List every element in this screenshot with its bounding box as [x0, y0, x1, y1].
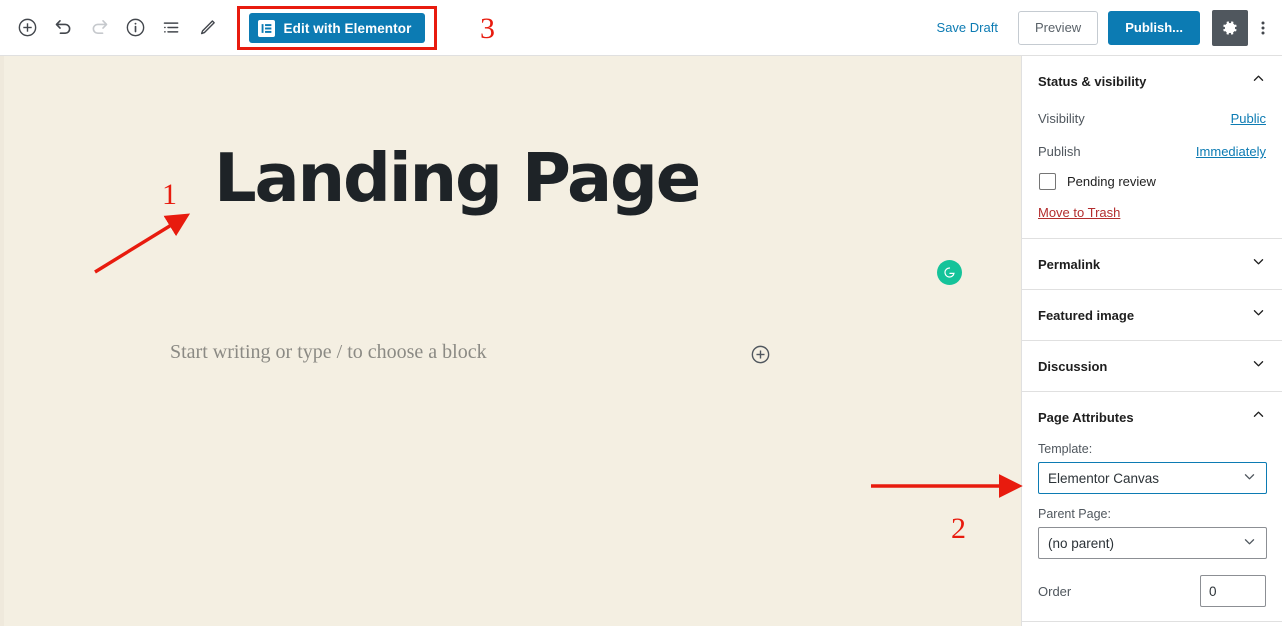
panel-permalink: Permalink: [1022, 239, 1282, 290]
order-input[interactable]: [1200, 575, 1266, 607]
editor-canvas[interactable]: Landing Page Start writing or type / to …: [0, 56, 1021, 626]
panel-featured-image: Featured image: [1022, 290, 1282, 341]
document-settings-sidebar: Status & visibility Visibility Public Pu…: [1021, 56, 1282, 626]
chevron-up-icon: [1251, 407, 1266, 427]
row-visibility: Visibility Public: [1038, 106, 1266, 139]
panel-title: Discussion: [1038, 358, 1108, 374]
settings-gear-icon[interactable]: [1212, 9, 1248, 46]
annotation-number-3: 3: [480, 12, 495, 45]
publish-value-link[interactable]: Immediately: [1196, 144, 1266, 159]
preview-button[interactable]: Preview: [1017, 10, 1099, 45]
template-selected-value: Elementor Canvas: [1048, 470, 1160, 486]
toolbar-left-group: [0, 0, 225, 55]
redo-icon[interactable]: [81, 10, 117, 46]
wordpress-block-editor: Save Draft Preview Publish... Edit with …: [0, 0, 1282, 626]
chevron-up-icon: [1251, 71, 1266, 91]
row-pending-review: Pending review: [1038, 172, 1266, 204]
info-icon[interactable]: [117, 10, 153, 46]
parent-page-label: Parent Page:: [1038, 507, 1111, 521]
undo-icon[interactable]: [45, 10, 81, 46]
block-placeholder-text[interactable]: Start writing or type / to choose a bloc…: [170, 341, 487, 364]
template-select[interactable]: Elementor Canvas: [1038, 462, 1267, 494]
chevron-down-icon: [1251, 305, 1266, 325]
row-publish: Publish Immediately: [1038, 139, 1266, 172]
more-options-icon[interactable]: [1250, 10, 1276, 46]
panel-title: Status & visibility: [1038, 73, 1147, 89]
editor-top-toolbar: Save Draft Preview Publish...: [0, 0, 1282, 56]
panel-header-status-visibility[interactable]: Status & visibility: [1022, 56, 1282, 106]
annotation-number-1: 1: [162, 178, 177, 211]
canvas-left-edge: [0, 56, 4, 626]
pending-review-checkbox[interactable]: [1039, 173, 1056, 190]
order-label: Order: [1038, 583, 1072, 599]
edit-pencil-icon[interactable]: [189, 10, 225, 46]
grammarly-icon[interactable]: [937, 260, 962, 285]
list-view-icon[interactable]: [153, 10, 189, 46]
elementor-button-label: Edit with Elementor: [283, 20, 412, 36]
panel-status-visibility: Status & visibility Visibility Public Pu…: [1022, 56, 1282, 239]
panel-discussion: Discussion: [1022, 341, 1282, 392]
save-draft-button[interactable]: Save Draft: [927, 11, 1008, 45]
panel-body-status-visibility: Visibility Public Publish Immediately Pe…: [1022, 106, 1282, 238]
row-order: Order: [1038, 572, 1266, 607]
panel-body-page-attributes: Template: Elementor Canvas Parent Page: …: [1022, 442, 1282, 621]
pending-review-label: Pending review: [1067, 174, 1156, 189]
edit-with-elementor-button[interactable]: Edit with Elementor: [248, 13, 426, 43]
visibility-label: Visibility: [1038, 111, 1085, 126]
elementor-logo-icon: [257, 19, 275, 37]
toolbar-right-group: Save Draft Preview Publish...: [927, 0, 1282, 55]
parent-page-select[interactable]: (no parent): [1038, 527, 1267, 559]
chevron-down-icon: [1242, 469, 1257, 487]
panel-header-page-attributes[interactable]: Page Attributes: [1022, 392, 1282, 442]
post-title[interactable]: Landing Page: [214, 142, 914, 215]
panel-title: Featured image: [1038, 307, 1135, 323]
inline-block-inserter-icon[interactable]: [750, 344, 771, 365]
move-to-trash-link[interactable]: Move to Trash: [1038, 205, 1120, 224]
panel-header-discussion[interactable]: Discussion: [1022, 341, 1282, 391]
panel-title: Page Attributes: [1038, 409, 1134, 425]
panel-header-featured-image[interactable]: Featured image: [1022, 290, 1282, 340]
annotation-number-2: 2: [951, 512, 966, 545]
panel-header-permalink[interactable]: Permalink: [1022, 239, 1282, 289]
publish-button[interactable]: Publish...: [1108, 10, 1200, 45]
panel-page-attributes: Page Attributes Template: Elementor Canv…: [1022, 392, 1282, 622]
chevron-down-icon: [1251, 254, 1266, 274]
chevron-down-icon: [1251, 356, 1266, 376]
panel-title: Permalink: [1038, 256, 1101, 272]
visibility-value-link[interactable]: Public: [1231, 111, 1266, 126]
publish-label: Publish: [1038, 144, 1081, 159]
template-label: Template:: [1038, 442, 1093, 456]
chevron-down-icon: [1242, 534, 1257, 552]
elementor-button-highlight: Edit with Elementor: [237, 6, 437, 50]
parent-page-selected-value: (no parent): [1048, 535, 1115, 551]
add-block-icon[interactable]: [9, 10, 45, 46]
